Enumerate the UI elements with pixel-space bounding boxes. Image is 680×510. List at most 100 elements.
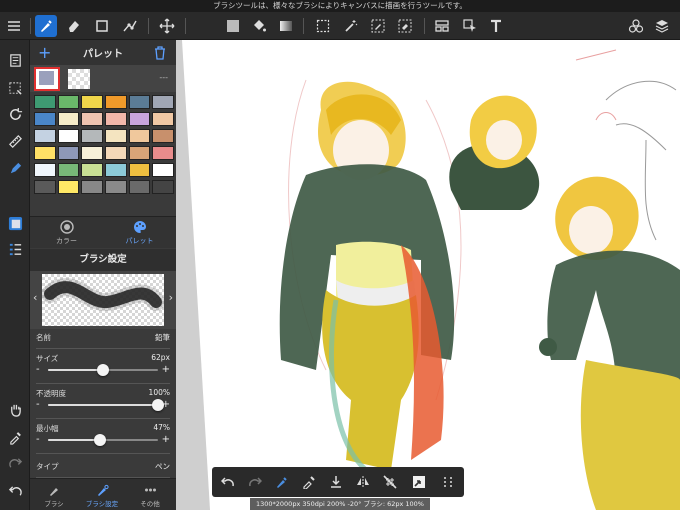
palette-color-swatch[interactable] [34, 112, 56, 126]
palette-color-swatch[interactable] [57, 112, 80, 126]
palette-color-swatch[interactable] [57, 129, 80, 143]
tab-brush[interactable]: ブラシ [30, 484, 78, 508]
gradient-icon[interactable] [275, 15, 297, 37]
palette-color-swatch[interactable] [104, 146, 127, 160]
size-increase-button[interactable]: + [162, 363, 170, 377]
palette-color-swatch[interactable] [104, 112, 127, 126]
palette-color-swatch[interactable] [81, 146, 103, 160]
menu-icon[interactable] [3, 15, 25, 37]
page-icon[interactable] [4, 49, 26, 71]
save-icon[interactable] [326, 472, 346, 492]
ruler-icon[interactable] [4, 130, 26, 152]
redo-icon[interactable] [245, 472, 265, 492]
palette-color-swatch[interactable] [128, 95, 151, 109]
move-icon[interactable] [156, 15, 178, 37]
drawing-canvas[interactable] [176, 40, 680, 510]
layers-icon[interactable] [651, 15, 673, 37]
snap-off-icon[interactable] [380, 472, 400, 492]
palette-color-swatch[interactable] [152, 163, 174, 177]
size-slider-knob[interactable] [97, 364, 109, 376]
palette-color-swatch[interactable] [57, 95, 80, 109]
eyedropper-pen-icon[interactable] [4, 157, 26, 179]
flip-icon[interactable] [353, 472, 373, 492]
opacity-increase-button[interactable]: + [162, 398, 170, 412]
materials-icon[interactable] [625, 15, 647, 37]
palette-color-swatch[interactable] [104, 163, 127, 177]
tab-other[interactable]: その他 [126, 484, 174, 508]
brush-smooth-icon[interactable] [272, 472, 292, 492]
palette-color-swatch[interactable] [34, 180, 56, 194]
min-width-slider[interactable]: - + [36, 433, 170, 447]
palette-color-swatch[interactable] [81, 112, 103, 126]
palette-color-swatch[interactable] [57, 146, 80, 160]
min-width-decrease-button[interactable]: - [36, 433, 40, 447]
eyedropper-icon[interactable] [299, 472, 319, 492]
grid-dots-icon[interactable] [438, 472, 458, 492]
lasso-select-icon[interactable] [4, 77, 26, 99]
select-arrow-icon[interactable] [459, 15, 481, 37]
palette-color-swatch[interactable] [104, 95, 127, 109]
select-pen-icon[interactable] [367, 15, 389, 37]
select-rect-icon[interactable] [312, 15, 334, 37]
redo-icon[interactable] [4, 452, 26, 474]
eyedropper-icon[interactable] [4, 426, 26, 448]
tab-palette[interactable]: パレット [103, 220, 176, 246]
palette-color-swatch[interactable] [34, 95, 56, 109]
opacity-slider[interactable]: - + [36, 398, 170, 412]
fill-color-swatch[interactable] [222, 15, 244, 37]
palette-color-swatch[interactable] [152, 180, 174, 194]
palette-color-swatch[interactable] [81, 163, 103, 177]
tab-color[interactable]: カラー [30, 220, 103, 246]
palette-color-swatch[interactable] [104, 129, 127, 143]
undo-icon[interactable] [4, 480, 26, 502]
transform-icon[interactable] [409, 472, 429, 492]
palette-color-swatch[interactable] [81, 129, 103, 143]
palette-color-swatch[interactable] [34, 129, 56, 143]
undo-icon[interactable] [218, 472, 238, 492]
size-slider[interactable]: - + [36, 363, 170, 377]
palette-color-swatch[interactable] [128, 146, 151, 160]
pen-nodes-icon[interactable] [119, 15, 141, 37]
palette-color-swatch[interactable] [128, 112, 151, 126]
min-width-slider-knob[interactable] [93, 434, 106, 446]
eraser-icon[interactable] [63, 15, 85, 37]
size-decrease-button[interactable]: - [36, 363, 40, 377]
palette-color-swatch[interactable] [128, 129, 151, 143]
opacity-decrease-button[interactable]: - [36, 398, 40, 412]
palette-color-swatch[interactable] [34, 163, 56, 177]
layout-icon[interactable] [431, 15, 453, 37]
rectangle-icon[interactable] [91, 15, 113, 37]
list-icon[interactable] [4, 238, 26, 260]
foreground-color-swatch[interactable] [34, 67, 60, 91]
palette-color-swatch[interactable] [104, 180, 127, 194]
palette-color-swatch[interactable] [128, 180, 151, 194]
chevron-left-icon[interactable]: ‹ [33, 291, 37, 304]
text-icon[interactable] [485, 15, 507, 37]
palette-color-swatch[interactable] [152, 146, 174, 160]
palette-color-swatch[interactable] [57, 180, 80, 194]
palette-color-swatch[interactable] [34, 146, 56, 160]
color-swatch-icon[interactable] [4, 212, 26, 234]
brush-name-row[interactable]: 名前 鉛筆 [30, 329, 176, 349]
rotate-icon[interactable] [4, 103, 26, 125]
trash-icon[interactable] [153, 45, 167, 60]
palette-color-swatch[interactable] [152, 129, 174, 143]
add-color-button[interactable]: + [38, 43, 51, 62]
palette-color-swatch[interactable] [81, 180, 103, 194]
brush-icon[interactable] [35, 15, 57, 37]
select-eraser-icon[interactable] [394, 15, 416, 37]
tab-brush-settings[interactable]: ブラシ設定 [78, 484, 126, 508]
palette-color-swatch[interactable] [152, 112, 174, 126]
palette-color-swatch[interactable] [128, 163, 151, 177]
opacity-row: 不透明度 100% - + [30, 385, 176, 419]
magic-wand-icon[interactable] [340, 15, 362, 37]
min-width-increase-button[interactable]: + [162, 433, 170, 447]
palette-color-swatch[interactable] [152, 95, 174, 109]
type-row[interactable]: タイプ ペン [30, 458, 176, 478]
transparent-color-swatch[interactable] [68, 69, 90, 89]
bucket-icon[interactable] [248, 15, 270, 37]
palette-color-swatch[interactable] [57, 163, 80, 177]
palette-color-swatch[interactable] [81, 95, 103, 109]
hand-icon[interactable] [4, 398, 26, 420]
chevron-right-icon[interactable]: › [169, 291, 173, 304]
